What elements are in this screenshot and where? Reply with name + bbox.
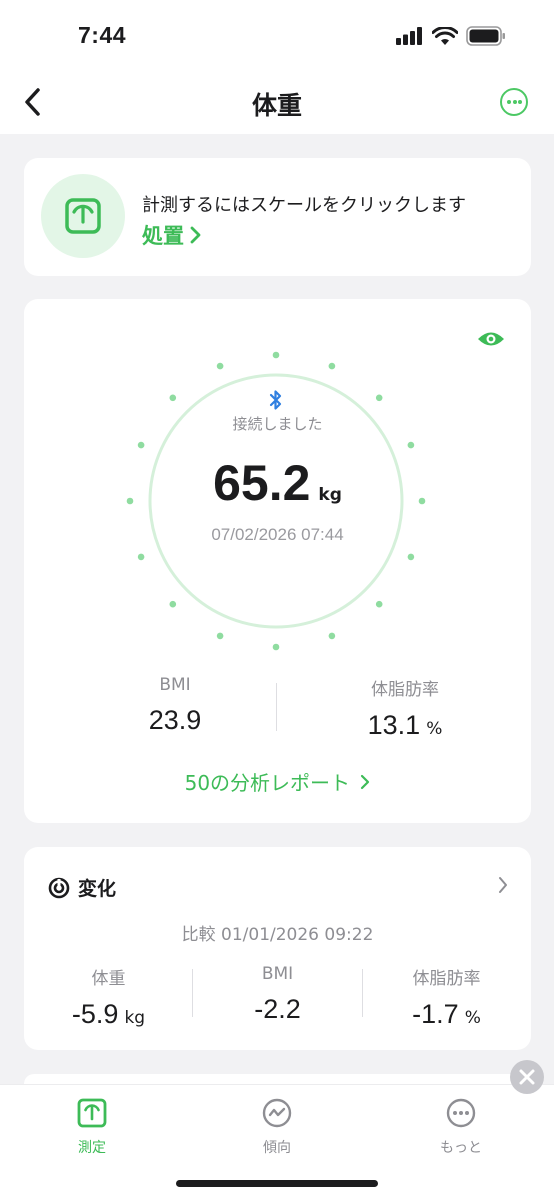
dial-dot bbox=[137, 553, 145, 561]
change-weight-stat: 体重 -5.9 kg bbox=[24, 964, 193, 1030]
cellular-signal-icon bbox=[396, 27, 422, 45]
weight-value: 65.2 bbox=[213, 455, 311, 511]
measurement-timestamp: 07/02/2026 07:44 bbox=[211, 525, 344, 544]
dial-dot bbox=[272, 351, 280, 359]
trend-icon bbox=[262, 1098, 292, 1128]
action-link[interactable]: 処置 bbox=[142, 220, 202, 250]
page-title: 体重 bbox=[251, 91, 302, 120]
bmi-label: BMI bbox=[159, 675, 191, 695]
tab-trend[interactable]: 傾向 bbox=[217, 1097, 337, 1157]
wifi-icon bbox=[432, 26, 458, 45]
change-bmi-value: -2.2 bbox=[254, 994, 301, 1024]
change-body-fat-value: -1.7 bbox=[412, 999, 459, 1029]
stat-divider bbox=[276, 683, 277, 731]
change-weight-unit: kg bbox=[124, 1008, 146, 1028]
change-body-fat-label: 体脂肪率 bbox=[412, 969, 481, 989]
body-fat-value: 13.1 bbox=[367, 710, 421, 740]
connection-status: 接続しました bbox=[232, 415, 323, 433]
status-bar: 7:44 bbox=[0, 0, 554, 72]
target-icon bbox=[48, 877, 70, 898]
change-weight-value: -5.9 bbox=[71, 999, 119, 1029]
dial-dot bbox=[375, 600, 383, 608]
tab-more[interactable]: もっと bbox=[401, 1097, 521, 1157]
bluetooth-icon bbox=[269, 390, 282, 410]
measure-hint-card[interactable]: 計測するにはスケールをクリックします 処置 bbox=[24, 158, 531, 276]
tab-more-label: もっと bbox=[440, 1140, 482, 1156]
dial-dot bbox=[375, 394, 383, 402]
tab-measure-label: 測定 bbox=[78, 1140, 106, 1156]
change-body-fat-unit: % bbox=[464, 1008, 481, 1028]
dial-dot bbox=[169, 600, 177, 608]
chevron-right-icon[interactable] bbox=[497, 875, 509, 895]
tab-trend-label: 傾向 bbox=[263, 1140, 291, 1156]
dial-dot bbox=[169, 394, 177, 402]
body-fat-label: 体脂肪率 bbox=[371, 680, 439, 700]
dial-dot bbox=[328, 632, 336, 640]
dial-dot bbox=[328, 362, 336, 370]
change-card[interactable]: 変化 比較 01/01/2026 09:22 体重 -5.9 kg BMI -2… bbox=[24, 847, 531, 1050]
tab-measure[interactable]: 測定 bbox=[32, 1097, 152, 1157]
scale-icon bbox=[77, 1098, 107, 1128]
close-icon bbox=[519, 1069, 535, 1085]
weight-reading: 65.2 kg bbox=[24, 454, 531, 512]
weight-measurement-card: 接続しました 65.2 kg 07/02/2026 07:44 BMI 23.9… bbox=[24, 299, 531, 823]
dial-dot bbox=[216, 632, 224, 640]
analysis-report-link[interactable]: 50の分析レポート bbox=[24, 767, 531, 796]
dial-dot bbox=[407, 553, 415, 561]
dial-dot bbox=[407, 441, 415, 449]
scale-icon-badge bbox=[41, 174, 125, 258]
dial-dot bbox=[272, 643, 280, 651]
dial-dot bbox=[137, 441, 145, 449]
weight-unit: kg bbox=[318, 485, 342, 505]
bmi-value: 23.9 bbox=[148, 705, 202, 735]
scale-icon bbox=[65, 198, 101, 234]
battery-icon bbox=[466, 26, 505, 46]
status-time: 7:44 bbox=[78, 22, 127, 48]
change-bmi-label: BMI bbox=[261, 964, 294, 984]
change-title: 変化 bbox=[48, 874, 116, 901]
home-indicator bbox=[176, 1180, 378, 1187]
body-fat-stat: 体脂肪率 13.1 % bbox=[278, 675, 532, 741]
nav-bar: 体重 bbox=[0, 72, 554, 134]
change-title-label: 変化 bbox=[78, 878, 117, 900]
change-weight-label: 体重 bbox=[91, 969, 126, 989]
chevron-right-icon bbox=[190, 226, 201, 244]
compare-date: 比較 01/01/2026 09:22 bbox=[181, 925, 374, 945]
more-options-icon[interactable] bbox=[500, 88, 528, 116]
bmi-stat: BMI 23.9 bbox=[48, 675, 302, 736]
body-fat-unit: % bbox=[426, 719, 443, 739]
change-body-fat-stat: 体脂肪率 -1.7 % bbox=[362, 964, 531, 1030]
dial-dot bbox=[216, 362, 224, 370]
change-bmi-stat: BMI -2.2 bbox=[193, 964, 362, 1025]
chevron-right-icon bbox=[361, 774, 370, 790]
status-icons bbox=[396, 26, 506, 46]
more-icon bbox=[446, 1098, 476, 1128]
action-link-label: 処置 bbox=[142, 224, 184, 248]
analysis-report-label: 50の分析レポート bbox=[184, 771, 351, 795]
hint-text: 計測するにはスケールをクリックします bbox=[142, 195, 466, 216]
close-floating-button[interactable] bbox=[510, 1060, 544, 1094]
